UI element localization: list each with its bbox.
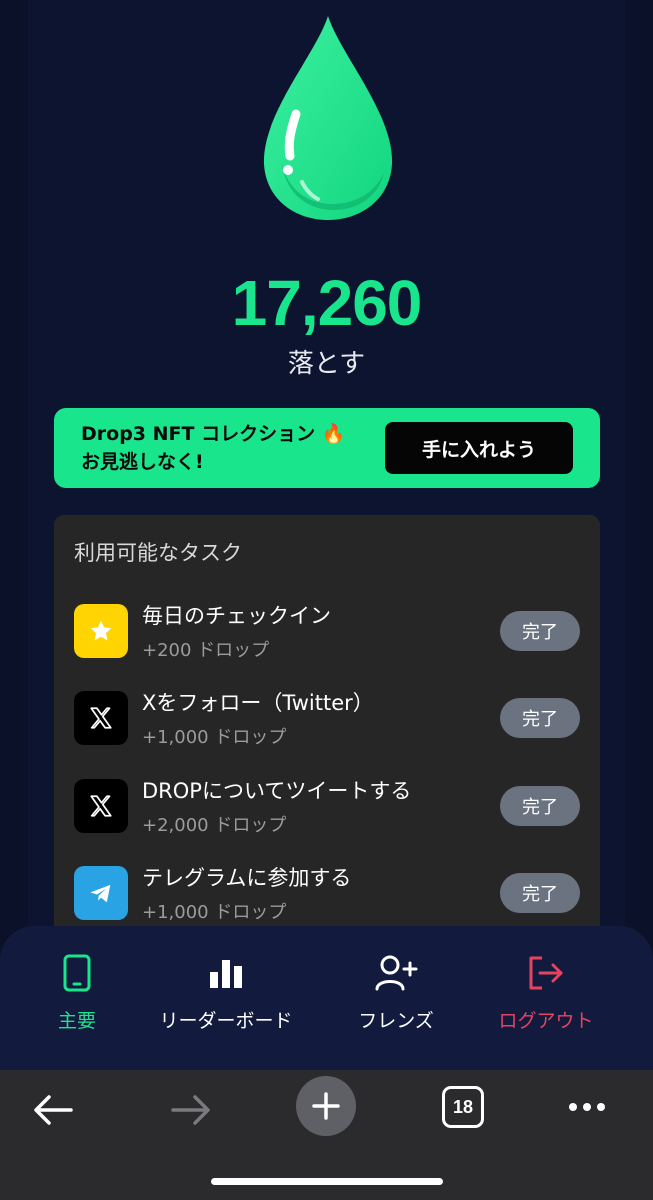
task-row: Xをフォロー（Twitter） +1,000 ドロップ 完了: [74, 675, 580, 763]
bottom-nav: 主要 リーダーボード フレンズ ログアウト: [0, 926, 653, 1070]
task-complete-button[interactable]: 完了: [500, 785, 580, 826]
task-reward: +1,000 ドロップ: [142, 902, 287, 924]
nav-item-home[interactable]: 主要: [0, 954, 157, 1033]
water-drop-icon: [258, 14, 398, 224]
task-complete-button[interactable]: 完了: [500, 698, 580, 739]
home-indicator: [211, 1178, 443, 1185]
balance-unit-label: 落とす: [287, 349, 366, 379]
nav-item-friends[interactable]: フレンズ: [316, 954, 476, 1033]
task-row: 毎日のチェックイン +200 ドロップ 完了: [74, 587, 580, 675]
nft-promo-banner: Drop3 NFT コレクション 🔥 お見逃しなく! 手に入れよう: [54, 408, 600, 488]
task-row: DROPについてツイートする +2,000 ドロップ 完了: [74, 762, 580, 850]
tabs-count-icon[interactable]: 18: [442, 1086, 484, 1128]
task-complete-button[interactable]: 完了: [500, 873, 580, 914]
telegram-icon: [74, 866, 128, 921]
task-reward: +2,000 ドロップ: [142, 814, 287, 836]
x-logo-icon: [74, 778, 128, 833]
task-row: テレグラムに参加する +1,000 ドロップ 完了: [74, 850, 580, 938]
promo-line-1: Drop3 NFT コレクション 🔥: [81, 423, 346, 445]
phone-icon: [63, 954, 91, 992]
star-icon: [74, 603, 128, 658]
promo-text: Drop3 NFT コレクション 🔥 お見逃しなく!: [81, 420, 385, 476]
task-name: テレグラムに参加する: [142, 866, 352, 891]
nav-label: 主要: [57, 1010, 96, 1032]
task-name: Xをフォロー（Twitter）: [142, 691, 374, 716]
nav-item-leaderboard[interactable]: リーダーボード: [146, 954, 306, 1033]
drop-balance: 17,260: [231, 267, 423, 339]
add-user-icon: [375, 955, 418, 991]
nav-item-logout[interactable]: ログアウト: [466, 954, 626, 1033]
bar-chart-icon: [210, 960, 242, 988]
promo-line-2: お見逃しなく!: [81, 451, 204, 473]
task-reward: +1,000 ドロップ: [142, 727, 287, 749]
back-arrow-icon[interactable]: [30, 1090, 76, 1130]
logout-icon: [529, 956, 563, 990]
more-options-icon[interactable]: [566, 1094, 608, 1120]
forward-arrow-icon[interactable]: [168, 1090, 214, 1130]
tasks-panel: 利用可能なタスク 毎日のチェックイン +200 ドロップ 完了 Xをフォロー（T…: [54, 515, 600, 955]
nav-label: リーダーボード: [159, 1010, 293, 1032]
get-it-button[interactable]: 手に入れよう: [385, 422, 573, 474]
task-reward: +200 ドロップ: [142, 639, 270, 661]
tab-count: 18: [452, 1096, 474, 1117]
app-screen: 17,260 落とす Drop3 NFT コレクション 🔥 お見逃しなく! 手に…: [0, 0, 653, 1070]
task-name: DROPについてツイートする: [142, 778, 412, 803]
task-complete-button[interactable]: 完了: [500, 610, 580, 651]
x-logo-icon: [74, 691, 128, 746]
new-tab-plus-icon[interactable]: [296, 1076, 356, 1136]
tasks-title: 利用可能なタスク: [74, 541, 242, 565]
nav-label: フレンズ: [358, 1010, 434, 1032]
task-name: 毎日のチェックイン: [142, 603, 331, 628]
nav-label: ログアウト: [498, 1010, 594, 1032]
